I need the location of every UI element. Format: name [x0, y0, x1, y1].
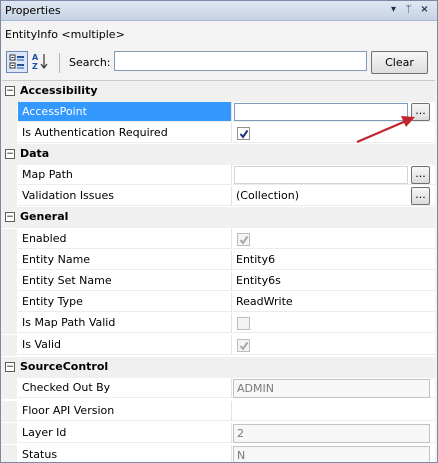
checkbox[interactable] [237, 127, 250, 140]
property-name: Status [18, 445, 232, 462]
property-value-cell: ADMIN [233, 378, 435, 398]
property-row-validation-issues[interactable]: Validation Issues (Collection) ... [2, 186, 435, 207]
property-name: Is Authentication Required [18, 123, 232, 143]
property-name: Enabled [18, 229, 232, 249]
category-title: Data [20, 147, 50, 160]
search-input[interactable] [114, 51, 367, 71]
checkbox [237, 339, 250, 352]
dropdown-icon[interactable]: ▾ [387, 3, 400, 17]
close-icon[interactable]: × [418, 3, 431, 17]
collapse-icon[interactable]: − [5, 86, 15, 96]
property-value-cell [233, 229, 435, 249]
property-name: Is Valid [18, 335, 232, 355]
property-row-is-valid[interactable]: Is Valid [2, 335, 435, 356]
checkbox [237, 233, 250, 246]
property-name: Map Path [18, 165, 232, 185]
properties-window: Properties ▾ ᛘ × EntityInfo <multiple> A… [0, 0, 438, 463]
selected-object-label: EntityInfo <multiple> [5, 28, 125, 41]
clear-button[interactable]: Clear [371, 51, 428, 74]
category-accessibility[interactable]: − Accessibility [2, 81, 435, 102]
property-row-entity-set-name[interactable]: Entity Set Name Entity6s [2, 271, 435, 292]
property-grid: − Accessibility AccessPoint ... Is Authe… [2, 80, 435, 462]
pin-icon[interactable]: ᛘ [402, 3, 415, 17]
property-value[interactable]: ReadWrite [233, 292, 435, 312]
window-title: Properties [5, 4, 61, 17]
property-name: AccessPoint [18, 102, 232, 122]
property-name: Entity Set Name [18, 271, 232, 291]
property-row-floor-api-version[interactable]: Floor API Version [2, 401, 435, 422]
property-name: Entity Name [18, 250, 232, 270]
property-value-cell: ... [233, 165, 435, 185]
ellipsis-button[interactable]: ... [411, 187, 430, 205]
property-name: Entity Type [18, 292, 232, 312]
alphabetical-icon: A Z [32, 53, 48, 71]
readonly-value: N [233, 446, 430, 462]
categorized-icon [9, 54, 24, 69]
property-row-enabled[interactable]: Enabled [2, 229, 435, 250]
property-value: (Collection) [236, 189, 299, 202]
check-icon [239, 129, 249, 139]
property-value-cell [233, 123, 435, 143]
alphabetical-button[interactable]: A Z [30, 51, 52, 73]
property-row-entity-type[interactable]: Entity Type ReadWrite [2, 292, 435, 313]
categorized-button[interactable] [6, 51, 28, 73]
toolbar-separator [59, 53, 60, 73]
property-value-cell: 2 [233, 423, 435, 443]
title-bar: Properties ▾ ᛘ × [1, 1, 437, 21]
property-row-map-path[interactable]: Map Path ... [2, 165, 435, 186]
search-label: Search: [69, 56, 111, 69]
property-name: Validation Issues [18, 186, 232, 206]
map-path-input[interactable] [234, 166, 408, 184]
property-value-cell: ... [233, 102, 435, 122]
property-value[interactable] [233, 401, 435, 421]
collapse-icon[interactable]: − [5, 212, 15, 222]
readonly-value: ADMIN [233, 379, 430, 398]
property-name: Floor API Version [18, 401, 232, 421]
property-name: Layer Id [18, 423, 232, 443]
property-value-cell [233, 335, 435, 355]
collapse-icon[interactable]: − [5, 362, 15, 372]
checkbox [237, 317, 250, 330]
property-row-access-point[interactable]: AccessPoint ... [2, 102, 435, 123]
property-row-is-authentication-required[interactable]: Is Authentication Required [2, 123, 435, 144]
property-value[interactable]: Entity6 [233, 250, 435, 270]
ellipsis-button[interactable]: ... [411, 103, 430, 121]
ellipsis-button[interactable]: ... [411, 166, 430, 184]
category-general[interactable]: − General [2, 207, 435, 228]
properties-toolbar: A Z Search: Clear [1, 49, 437, 77]
category-title: Accessibility [20, 84, 98, 97]
check-icon [239, 341, 249, 351]
category-title: General [20, 210, 69, 223]
property-value-cell: N [233, 445, 435, 462]
property-name: Checked Out By [18, 378, 232, 398]
svg-text:A: A [32, 53, 39, 62]
property-value-cell: (Collection) ... [233, 186, 435, 206]
readonly-value: 2 [233, 424, 430, 443]
property-row-status[interactable]: Status N [2, 445, 435, 462]
check-icon [239, 235, 249, 245]
property-row-is-map-path-valid[interactable]: Is Map Path Valid [2, 313, 435, 334]
property-row-layer-id[interactable]: Layer Id 2 [2, 423, 435, 444]
property-row-checked-out-by[interactable]: Checked Out By ADMIN [2, 378, 435, 399]
category-data[interactable]: − Data [2, 144, 435, 165]
property-row-entity-name[interactable]: Entity Name Entity6 [2, 250, 435, 271]
svg-text:Z: Z [32, 62, 38, 71]
category-source-control[interactable]: − SourceControl [2, 357, 435, 378]
property-value[interactable]: Entity6s [233, 271, 435, 291]
category-title: SourceControl [20, 360, 109, 373]
property-value-cell [233, 313, 435, 333]
access-point-input[interactable] [234, 103, 408, 121]
property-name: Is Map Path Valid [18, 313, 232, 333]
collapse-icon[interactable]: − [5, 149, 15, 159]
